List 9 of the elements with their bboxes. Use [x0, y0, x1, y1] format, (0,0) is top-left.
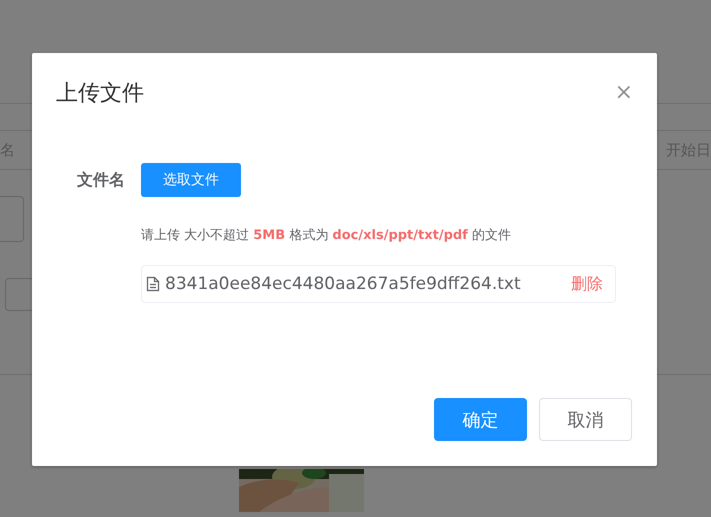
- dialog-title: 上传文件: [56, 80, 144, 108]
- cancel-button[interactable]: 取消: [539, 398, 632, 441]
- field-label: 文件名: [76, 169, 126, 191]
- upload-hint: 请上传 大小不超过 5MB 格式为 doc/xls/ppt/txt/pdf 的文件: [141, 227, 512, 244]
- file-name: 8341a0ee84ec4480aa267a5fe9dff264.txt: [165, 274, 522, 294]
- confirm-button[interactable]: 确定: [434, 398, 527, 441]
- document-icon: [146, 276, 160, 292]
- delete-link[interactable]: 删除: [571, 274, 603, 294]
- select-file-button[interactable]: 选取文件: [141, 163, 241, 197]
